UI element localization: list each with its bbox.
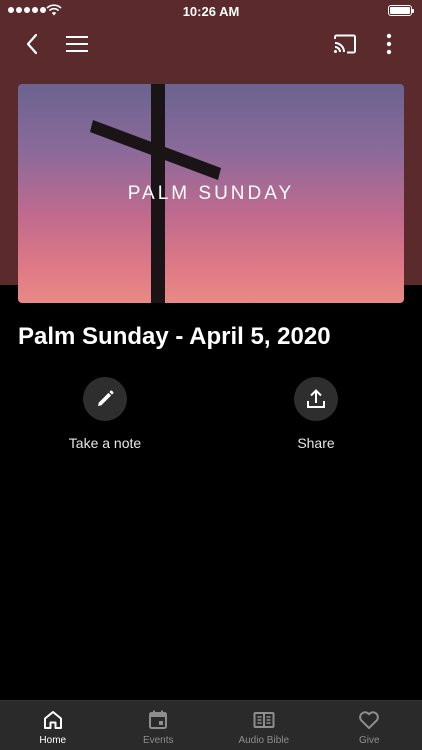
bottom-tab-bar: Home Events Audio Bible Give [0, 700, 422, 750]
tab-audio-bible[interactable]: Audio Bible [211, 701, 317, 750]
home-icon [43, 711, 62, 729]
take-note-label: Take a note [68, 435, 142, 451]
battery-icon [388, 5, 414, 16]
status-time: 10:26 AM [182, 4, 240, 19]
tab-events-label: Events [142, 735, 174, 746]
share-label: Share [297, 435, 335, 451]
take-note-button[interactable]: Take a note [35, 377, 175, 451]
page-title: Palm Sunday - April 5, 2020 [18, 323, 331, 350]
sermon-hero-image: PALM SUNDAY [18, 84, 404, 303]
share-button[interactable]: Share [246, 377, 386, 451]
calendar-icon [149, 710, 168, 729]
toolbar [0, 24, 422, 64]
take-note-circle [83, 377, 127, 421]
status-bar: 10:26 AM [0, 0, 422, 22]
cast-button[interactable] [325, 24, 365, 64]
tab-home-label: Home [39, 735, 67, 746]
chevron-left-icon [26, 33, 38, 55]
tab-home[interactable]: Home [0, 701, 106, 750]
more-options-button[interactable] [369, 24, 409, 64]
pencil-icon [98, 390, 114, 406]
tab-events[interactable]: Events [106, 701, 212, 750]
share-circle [294, 377, 338, 421]
book-icon [253, 712, 275, 728]
tab-audio-bible-label: Audio Bible [238, 735, 290, 746]
share-upload-icon [307, 389, 325, 408]
tab-give-label: Give [358, 735, 380, 746]
more-vertical-icon [386, 33, 392, 55]
tab-give[interactable]: Give [317, 701, 422, 750]
cast-icon [334, 34, 356, 54]
heart-icon [359, 711, 380, 729]
menu-button[interactable] [57, 24, 97, 64]
hamburger-menu-icon [66, 36, 88, 52]
back-button[interactable] [12, 24, 52, 64]
hero-title: PALM SUNDAY [127, 183, 295, 204]
battery-fill [390, 7, 410, 14]
